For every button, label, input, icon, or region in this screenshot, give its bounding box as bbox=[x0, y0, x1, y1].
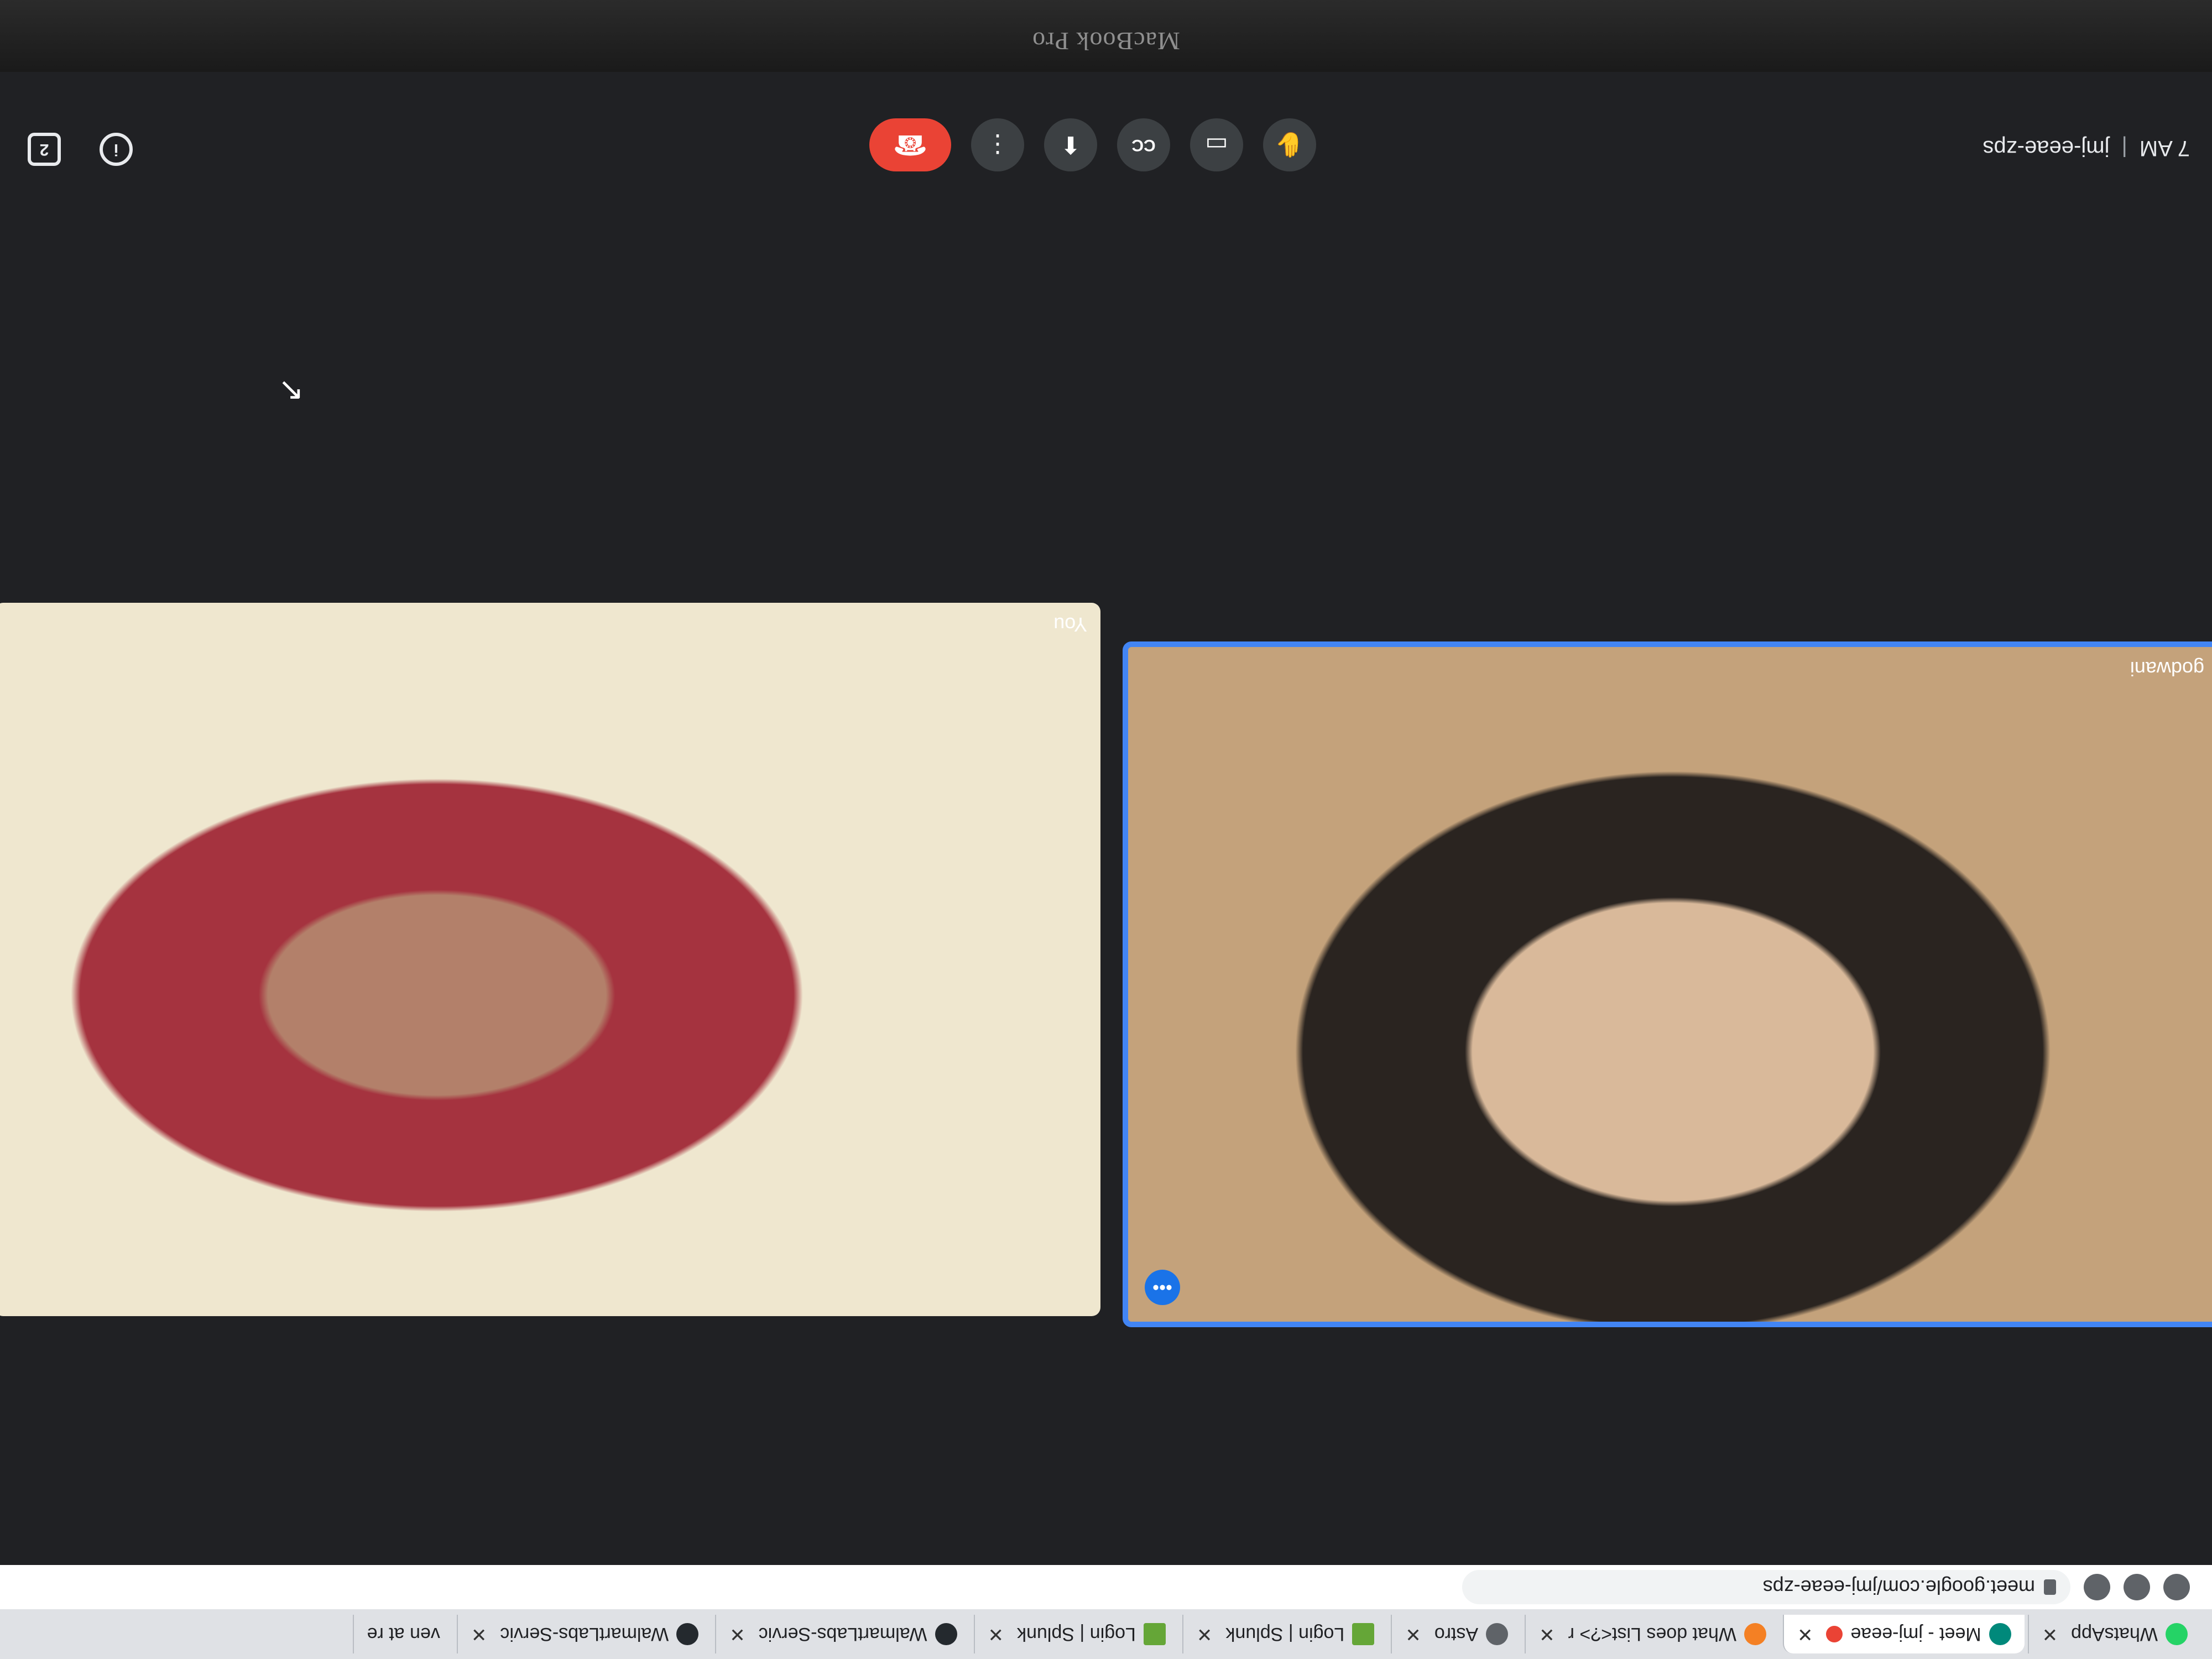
close-icon[interactable]: ✕ bbox=[988, 1623, 1004, 1645]
github-icon bbox=[676, 1623, 699, 1645]
tab-astro[interactable]: Astro ✕ bbox=[1391, 1615, 1522, 1653]
laptop-bezel: MacBook Pro bbox=[0, 0, 2212, 72]
captions-icon: CC bbox=[1131, 136, 1156, 154]
tab-stackoverflow[interactable]: What does List<?> r ✕ bbox=[1525, 1615, 1780, 1653]
right-controls: i 2 bbox=[28, 133, 133, 166]
tab-truncated[interactable]: ven at re bbox=[352, 1615, 453, 1653]
astro-icon bbox=[1486, 1623, 1509, 1645]
remote-participant-tile[interactable]: ••• godwani bbox=[1123, 641, 2212, 1327]
tab-label: WhatsApp bbox=[2071, 1624, 2158, 1645]
close-icon[interactable]: ✕ bbox=[2042, 1623, 2058, 1645]
splunk-icon bbox=[1143, 1623, 1166, 1645]
whatsapp-icon bbox=[2166, 1623, 2188, 1645]
tab-label: What does List<?> r bbox=[1568, 1624, 1736, 1645]
tab-label: Login | Splunk bbox=[1225, 1624, 1345, 1645]
phone-hangup-icon: ☎ bbox=[893, 129, 928, 160]
remote-participant-name: godwani bbox=[2130, 658, 2204, 680]
tab-label: Astro bbox=[1434, 1624, 1479, 1645]
hand-icon: ✋ bbox=[1274, 131, 1305, 158]
self-view-name: You bbox=[1053, 613, 1087, 636]
tab-label: WalmartLabs-Servic bbox=[758, 1624, 927, 1645]
laptop-model-label: MacBook Pro bbox=[1032, 27, 1180, 55]
self-view-tile[interactable]: You bbox=[0, 603, 1100, 1316]
lock-icon bbox=[2044, 1579, 2056, 1595]
tab-label: Meet - jmj-eeae bbox=[1850, 1624, 1981, 1645]
forward-icon[interactable] bbox=[2124, 1574, 2150, 1600]
close-icon[interactable]: ✕ bbox=[1797, 1623, 1813, 1645]
laptop-screen: WhatsApp ✕ Meet - jmj-eeae ✕ What does L… bbox=[0, 0, 2212, 1659]
close-icon[interactable]: ✕ bbox=[471, 1623, 487, 1645]
leave-call-button[interactable]: ☎ bbox=[869, 118, 951, 171]
more-options-icon[interactable]: ••• bbox=[1145, 1270, 1180, 1305]
tab-github-1[interactable]: WalmartLabs-Servic ✕ bbox=[715, 1615, 971, 1653]
close-icon[interactable]: ✕ bbox=[1539, 1623, 1555, 1645]
url-field[interactable]: meet.google.com/jmj-eeae-zps bbox=[1462, 1570, 2070, 1604]
tab-label: Login | Splunk bbox=[1017, 1624, 1136, 1645]
present-now-button[interactable]: ⬆ bbox=[1044, 118, 1097, 171]
url-text: meet.google.com/jmj-eeae-zps bbox=[1762, 1576, 2035, 1599]
address-bar-row: meet.google.com/jmj-eeae-zps bbox=[0, 1565, 2212, 1609]
tab-whatsapp[interactable]: WhatsApp ✕ bbox=[2027, 1615, 2201, 1653]
tab-splunk-2[interactable]: Login | Splunk ✕ bbox=[973, 1615, 1179, 1653]
tab-github-2[interactable]: WalmartLabs-Servic ✕ bbox=[456, 1615, 712, 1653]
meeting-info: 7 AM | jmj-eeae-zps bbox=[1983, 135, 2190, 160]
meeting-code: jmj-eeae-zps bbox=[1983, 136, 2110, 160]
tab-label: ven at re bbox=[367, 1624, 440, 1645]
github-icon bbox=[935, 1623, 957, 1645]
people-button[interactable]: 2 bbox=[28, 133, 61, 166]
reload-icon[interactable] bbox=[2084, 1574, 2110, 1600]
close-icon[interactable]: ✕ bbox=[729, 1623, 745, 1645]
meeting-time: 7 AM bbox=[2139, 136, 2190, 160]
more-options-button[interactable]: ⋮ bbox=[971, 118, 1024, 171]
splunk-icon bbox=[1352, 1623, 1375, 1645]
tab-splunk-1[interactable]: Login | Splunk ✕ bbox=[1182, 1615, 1388, 1653]
more-vert-icon: ⋮ bbox=[985, 131, 1010, 159]
mouse-cursor-icon: ↖ bbox=[278, 374, 304, 409]
recording-dot-icon bbox=[1826, 1626, 1843, 1642]
back-icon[interactable] bbox=[2163, 1574, 2190, 1600]
stackoverflow-icon bbox=[1744, 1623, 1766, 1645]
tab-meet[interactable]: Meet - jmj-eeae ✕ bbox=[1782, 1615, 2025, 1653]
close-icon[interactable]: ✕ bbox=[1197, 1623, 1213, 1645]
tab-label: WalmartLabs-Servic bbox=[500, 1624, 669, 1645]
captions-button[interactable]: CC bbox=[1117, 118, 1170, 171]
meet-stage: ••• godwani You ↖ 7 AM | jmj-eeae-zps ✋ ▭ … bbox=[0, 72, 2212, 1565]
browser-tab-bar: WhatsApp ✕ Meet - jmj-eeae ✕ What does L… bbox=[0, 1609, 2212, 1659]
info-icon: i bbox=[113, 140, 119, 159]
raise-hand-button[interactable]: ✋ bbox=[1263, 118, 1316, 171]
meet-icon bbox=[1989, 1623, 2011, 1645]
present-button[interactable]: ▭ bbox=[1190, 118, 1243, 171]
people-icon: 2 bbox=[39, 140, 49, 159]
close-icon[interactable]: ✕ bbox=[1405, 1623, 1421, 1645]
meeting-details-button[interactable]: i bbox=[100, 133, 133, 166]
separator: | bbox=[2121, 136, 2127, 160]
present-icon: ▭ bbox=[1205, 131, 1228, 159]
call-controls-bar: 7 AM | jmj-eeae-zps ✋ ▭ CC ⬆ ⋮ ☎ i 2 bbox=[0, 94, 2212, 210]
screen-share-icon: ⬆ bbox=[1060, 131, 1081, 159]
control-buttons: ✋ ▭ CC ⬆ ⋮ ☎ bbox=[869, 118, 1316, 171]
